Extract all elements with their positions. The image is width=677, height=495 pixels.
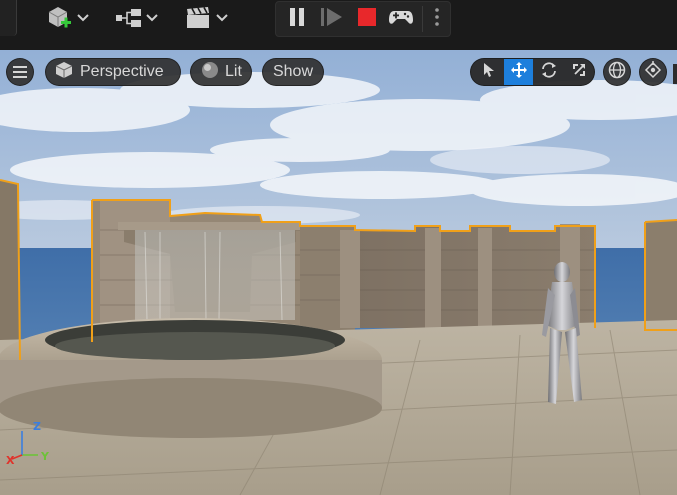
cube-plus-icon: [46, 5, 74, 31]
select-arrow-icon: [482, 62, 496, 82]
scene-render: [0, 50, 677, 495]
stop-button[interactable]: [354, 6, 380, 32]
more-options-button[interactable]: [424, 6, 450, 32]
frame-advance-icon: [320, 7, 344, 31]
play-controls: [275, 1, 451, 37]
lighting-mode-button[interactable]: Lit: [190, 58, 252, 86]
viewport-menu-button[interactable]: [6, 58, 34, 86]
possess-button[interactable]: [388, 6, 414, 32]
rotate-tool-button[interactable]: [534, 59, 563, 85]
lit-sphere-icon: [201, 61, 219, 84]
main-toolbar: [0, 0, 677, 51]
separator: [422, 6, 423, 32]
surface-snap-button[interactable]: [639, 58, 667, 86]
transform-tools: [470, 58, 595, 86]
coordinate-system-button[interactable]: [603, 58, 631, 86]
blueprints-button[interactable]: [115, 5, 158, 31]
show-flags-button[interactable]: Show: [262, 58, 324, 86]
toolbar-overflow-edge: [673, 64, 677, 84]
globe-icon: [608, 61, 626, 83]
scale-icon: [571, 62, 587, 82]
axis-x-label: X: [6, 454, 15, 465]
hamburger-icon: [13, 63, 27, 82]
scale-tool-button[interactable]: [564, 59, 593, 85]
chevron-down-icon: [77, 13, 89, 23]
axis-y-label: Y: [40, 450, 50, 463]
stop-icon: [357, 7, 377, 31]
perspective-cube-icon: [55, 61, 73, 84]
level-viewport[interactable]: Perspective Lit Show X Y Z: [0, 50, 677, 495]
chevron-down-icon: [146, 13, 158, 23]
pause-icon: [288, 7, 306, 31]
vertical-dots-icon: [434, 7, 440, 31]
view-mode-label: Perspective: [80, 63, 164, 80]
view-mode-button[interactable]: Perspective: [45, 58, 181, 86]
blueprint-nodes-icon: [115, 5, 143, 31]
toolbar-edge: [0, 0, 17, 36]
surface-snap-icon: [644, 61, 662, 83]
rotate-icon: [540, 61, 558, 83]
axis-z-label: Z: [33, 420, 41, 433]
axis-gizmo: X Y Z: [4, 415, 54, 467]
add-actor-button[interactable]: [46, 5, 89, 31]
move-tool-button[interactable]: [504, 59, 533, 85]
pause-button[interactable]: [284, 6, 310, 32]
lighting-mode-label: Lit: [225, 63, 242, 80]
gamepad-icon: [388, 7, 414, 31]
frame-advance-button[interactable]: [319, 6, 345, 32]
clapperboard-icon: [185, 5, 213, 31]
cinematics-button[interactable]: [185, 5, 228, 31]
select-tool-button[interactable]: [474, 59, 503, 85]
move-icon: [510, 61, 528, 83]
show-label: Show: [272, 63, 314, 80]
chevron-down-icon: [216, 13, 228, 23]
